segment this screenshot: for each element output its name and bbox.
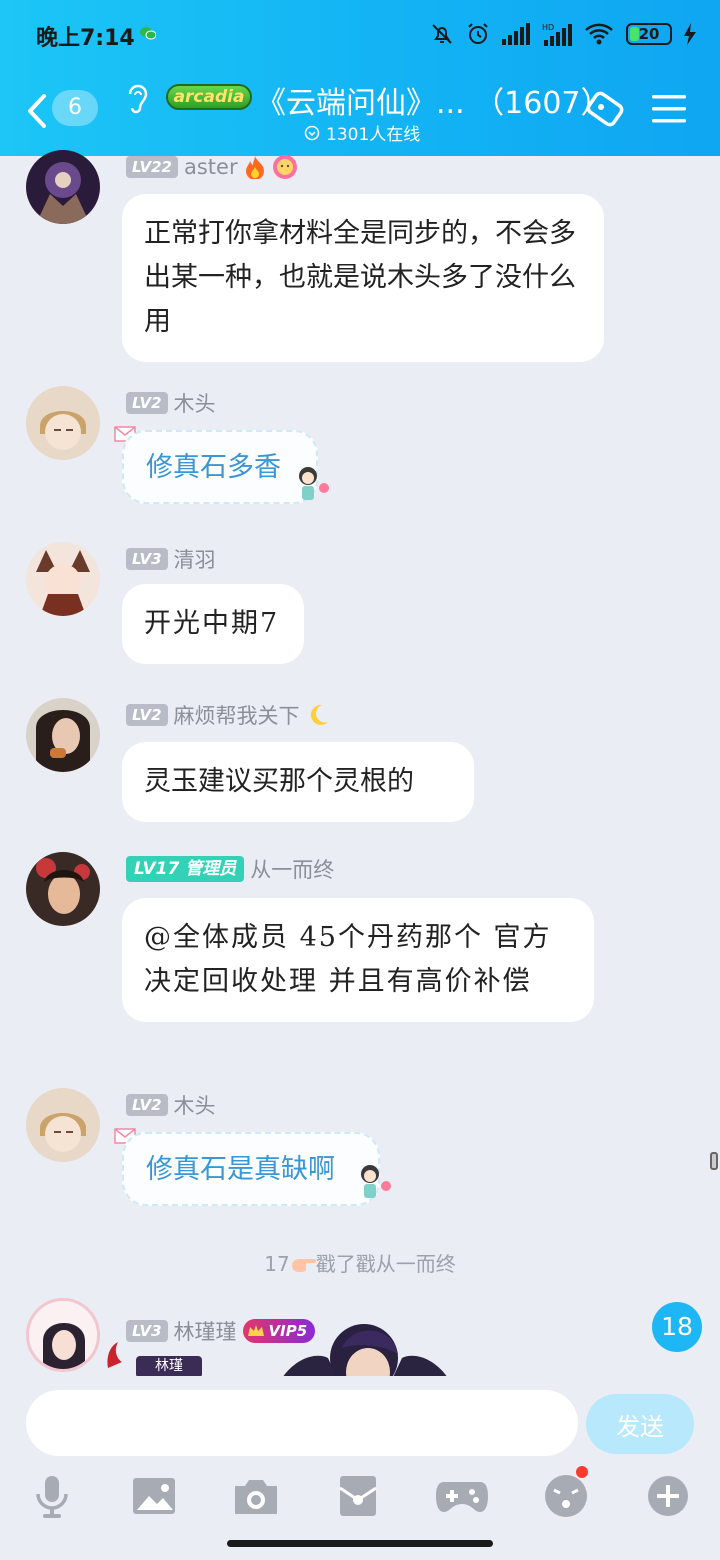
avatar[interactable] (26, 1088, 100, 1162)
wechat-icon (140, 27, 156, 40)
avatar[interactable] (26, 150, 100, 224)
send-button[interactable]: 发送 (586, 1394, 694, 1454)
sender-name[interactable]: 林瑾瑾 (174, 1316, 237, 1346)
signal-icon (502, 23, 530, 45)
menu-icon[interactable] (652, 94, 686, 124)
member-tag: 林瑾 (136, 1356, 202, 1376)
unread-chats-count: 6 (52, 90, 98, 126)
bubble-character-icon (361, 1165, 391, 1198)
message-bubble[interactable]: 开光中期7 (122, 584, 304, 664)
avatar[interactable] (26, 698, 100, 772)
notification-dot (576, 1466, 588, 1478)
message-item: 林瑾 LV3 林瑾瑾 VIP5 (0, 1296, 720, 1376)
emoji-icon[interactable] (542, 1466, 590, 1520)
group-tag-icon[interactable] (584, 88, 630, 132)
admin-role: 管理员 (185, 859, 237, 879)
image-icon[interactable] (130, 1472, 178, 1520)
back-chevron-icon (28, 94, 46, 128)
signal-hd-icon: HD (542, 23, 572, 46)
message-bubble[interactable]: 灵玉建议买那个灵根的 (122, 742, 474, 822)
avatar[interactable] (26, 542, 100, 616)
sender-name[interactable]: 木头 (174, 388, 216, 418)
sender-name[interactable]: aster (184, 155, 238, 179)
sender-info: LV3 清羽 (126, 544, 216, 574)
bubble-character-icon (299, 467, 329, 500)
game-icon[interactable] (436, 1472, 488, 1520)
chat-title[interactable]: 《云端问仙》... （1607） (256, 78, 611, 122)
fire-icon (245, 156, 264, 179)
input-bar: 发送 (0, 1376, 720, 1472)
svg-text:HD: HD (542, 23, 554, 32)
brand-logo: arcadia (166, 84, 252, 110)
message-bubble[interactable]: 修真石是真缺啊 (122, 1132, 380, 1206)
level-badge: LV3 (126, 548, 168, 570)
level-badge: LV22 (126, 156, 178, 178)
sender-name[interactable]: 麻烦帮我关下 (174, 700, 300, 730)
status-icons: HD 20 (430, 20, 696, 48)
poke-notice: 17 戳了戳从一而终 (0, 1248, 720, 1277)
level-badge: LV17 管理员 (126, 856, 245, 882)
back-button[interactable]: 6 (26, 90, 106, 130)
sender-name[interactable]: 木头 (174, 1090, 216, 1120)
sender-info: LV17 管理员 从一而终 (126, 854, 334, 884)
level-badge: LV3 (126, 1320, 168, 1342)
sender-info: LV2 木头 (126, 1090, 216, 1120)
message-bubble[interactable]: 正常打你拿材料全是同步的，不会多出某一种，也就是说木头多了没什么用 (122, 194, 604, 362)
vip-crown-icon (247, 1325, 264, 1336)
message-bubble[interactable]: 修真石多香 (122, 430, 318, 504)
online-icon (304, 125, 320, 140)
alarm-icon (468, 23, 488, 44)
poke-text: 戳了戳从一而终 (315, 1252, 456, 1276)
mute-bell-icon (432, 24, 452, 44)
sender-name[interactable]: 从一而终 (250, 854, 334, 884)
toolbar (0, 1466, 720, 1528)
plus-icon[interactable] (644, 1472, 692, 1520)
status-bar: 晚上7:14 HD 20 (0, 0, 720, 68)
sender-name[interactable]: 清羽 (174, 544, 216, 574)
level-value: LV17 (134, 859, 180, 879)
level-badge: LV2 (126, 1094, 168, 1116)
battery-indicator: 20 (626, 23, 672, 45)
mic-icon[interactable] (28, 1472, 76, 1520)
sender-info: LV2 麻烦帮我关下 (126, 700, 330, 730)
new-messages-badge[interactable]: 18 (652, 1302, 702, 1352)
ear-icon (128, 84, 148, 114)
camera-icon[interactable] (232, 1472, 280, 1520)
charging-icon (684, 23, 696, 45)
online-count: 1301人在线 (326, 125, 421, 145)
message-bubble[interactable]: @全体成员 45个丹药那个 官方决定回收处理 并且有高价补偿 (122, 898, 594, 1022)
level-badge: LV2 (126, 704, 168, 726)
sender-info: LV2 木头 (126, 388, 216, 418)
avatar[interactable] (26, 1298, 100, 1372)
wifi-icon (585, 23, 613, 45)
poke-count: 17 (264, 1252, 290, 1276)
flower-face-icon (272, 155, 297, 179)
moon-icon (310, 704, 328, 725)
scrollbar-thumb[interactable] (710, 1152, 718, 1170)
message-input[interactable] (26, 1390, 578, 1456)
character-sticker[interactable] (282, 1318, 448, 1376)
chat-header: 晚上7:14 HD 20 6 arcadia 《云端问仙》... （1607） … (0, 0, 720, 156)
home-indicator[interactable] (227, 1540, 493, 1547)
level-badge: LV2 (126, 392, 168, 414)
status-time: 晚上7:14 (36, 26, 135, 51)
avatar[interactable] (26, 386, 100, 460)
avatar[interactable] (26, 852, 100, 926)
sender-info: LV22 aster (126, 154, 298, 180)
pointing-hand-icon (291, 1259, 316, 1272)
online-status: 1301人在线 (304, 120, 420, 145)
red-packet-icon[interactable] (334, 1472, 382, 1520)
battery-level: 20 (638, 25, 660, 43)
